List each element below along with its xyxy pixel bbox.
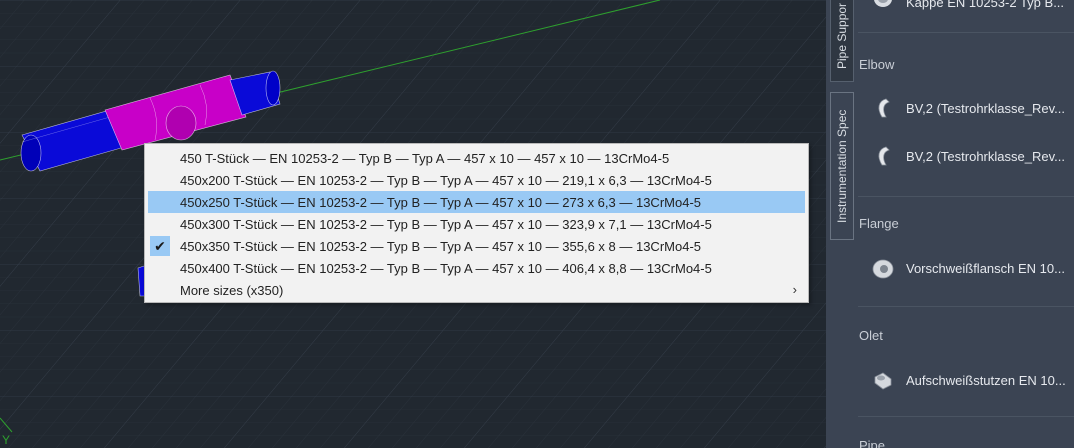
palette-item-cap[interactable]: Kappe EN 10253-2 Typ B... xyxy=(872,0,1074,16)
palette-item-label: BV,2 (Testrohrklasse_Rev... xyxy=(906,148,1065,164)
menu-item-size-450x200[interactable]: 450x200 T-Stück — EN 10253-2 — Typ B — T… xyxy=(148,169,805,191)
tab-pipe-supports[interactable]: Pipe Suppor xyxy=(830,0,854,82)
menu-item-more-sizes[interactable]: More sizes (x350) › xyxy=(148,279,805,301)
menu-item-size-450x400[interactable]: 450x400 T-Stück — EN 10253-2 — Typ B — T… xyxy=(148,257,805,279)
palette-item-label: Vorschweißflansch EN 10... xyxy=(906,260,1065,276)
separator xyxy=(858,416,1074,417)
menu-item-size-450x250[interactable]: 450x250 T-Stück — EN 10253-2 — Typ B — T… xyxy=(148,191,805,213)
flange-icon xyxy=(872,259,894,279)
cap-icon xyxy=(874,0,892,7)
palette-item-flange[interactable]: Vorschweißflansch EN 10... xyxy=(872,254,1074,282)
menu-item-size-450x300[interactable]: 450x300 T-Stück — EN 10253-2 — Typ B — T… xyxy=(148,213,805,235)
elbow-icon xyxy=(878,146,890,166)
menu-item-label: 450 T-Stück — EN 10253-2 — Typ B — Typ A… xyxy=(180,150,670,166)
menu-item-label: 450x400 T-Stück — EN 10253-2 — Typ B — T… xyxy=(180,260,712,276)
olet-icon xyxy=(874,372,892,390)
menu-item-size-450[interactable]: 450 T-Stück — EN 10253-2 — Typ B — Typ A… xyxy=(148,147,805,169)
category-flange: Flange xyxy=(859,216,899,231)
palette-item-label: Aufschweißstutzen EN 10... xyxy=(906,372,1066,388)
tab-instrumentation-spec[interactable]: Instrumentation Spec xyxy=(830,92,854,240)
palette-item-olet[interactable]: Aufschweißstutzen EN 10... xyxy=(872,366,1074,394)
menu-item-label: 450x300 T-Stück — EN 10253-2 — Typ B — T… xyxy=(180,216,712,232)
category-olet: Olet xyxy=(859,328,883,343)
palette-item-label: Kappe EN 10253-2 Typ B... xyxy=(906,0,1065,10)
tool-palette: Pipe Suppor Instrumentation Spec Kappe E… xyxy=(826,0,1074,448)
axis-y-label: Y xyxy=(2,433,10,447)
palette-item-elbow-2[interactable]: BV,2 (Testrohrklasse_Rev... xyxy=(872,142,1074,170)
menu-item-label: More sizes (x350) xyxy=(180,282,284,298)
chevron-right-icon: › xyxy=(792,282,797,297)
elbow-icon xyxy=(878,98,890,118)
palette-content: Kappe EN 10253-2 Typ B... Elbow BV,2 (Te… xyxy=(858,0,1074,448)
category-elbow: Elbow xyxy=(859,57,895,72)
menu-item-label: 450x250 T-Stück — EN 10253-2 — Typ B — T… xyxy=(180,194,701,210)
palette-item-elbow-1[interactable]: BV,2 (Testrohrklasse_Rev... xyxy=(872,94,1074,122)
category-pipe: Pipe xyxy=(859,438,886,448)
separator xyxy=(858,32,1074,33)
size-context-menu: 450 T-Stück — EN 10253-2 — Typ B — Typ A… xyxy=(144,143,809,303)
palette-tab-strip: Pipe Suppor Instrumentation Spec xyxy=(826,0,858,448)
menu-item-label: 450x350 T-Stück — EN 10253-2 — Typ B — T… xyxy=(180,238,701,254)
palette-item-label: BV,2 (Testrohrklasse_Rev... xyxy=(906,100,1065,116)
menu-item-label: 450x200 T-Stück — EN 10253-2 — Typ B — T… xyxy=(180,172,712,188)
separator xyxy=(858,306,1074,307)
menu-item-size-450x350[interactable]: ✔ 450x350 T-Stück — EN 10253-2 — Typ B —… xyxy=(148,235,805,257)
checkmark-icon: ✔ xyxy=(150,236,170,256)
separator xyxy=(858,196,1074,197)
